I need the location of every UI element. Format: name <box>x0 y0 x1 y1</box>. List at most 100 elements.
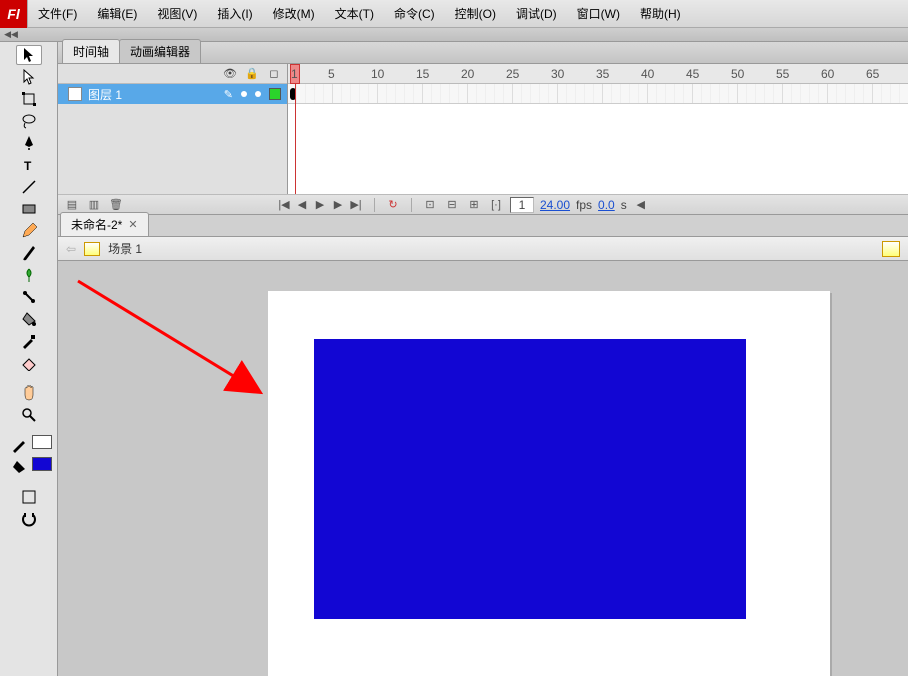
pencil-tool[interactable] <box>16 221 42 241</box>
fps-label: fps <box>576 198 592 212</box>
menu-insert[interactable]: 插入(I) <box>207 0 262 28</box>
tool-option-1[interactable] <box>16 487 42 507</box>
next-frame-icon[interactable]: ▶ <box>330 198 346 212</box>
svg-text:T: T <box>24 159 32 173</box>
stroke-color-icon <box>6 435 32 455</box>
scene-icon <box>84 242 100 256</box>
layer-visible-dot[interactable] <box>241 91 247 97</box>
layer-row[interactable]: 图层 1 ✎ <box>58 84 287 104</box>
close-tab-icon[interactable]: ✕ <box>128 218 137 231</box>
menu-file[interactable]: 文件(F) <box>28 0 87 28</box>
ruler-tick: 15 <box>416 67 429 81</box>
menu-debug[interactable]: 调试(D) <box>506 0 567 28</box>
ruler-tick: 45 <box>686 67 699 81</box>
layer-outline-swatch[interactable] <box>269 88 281 100</box>
edit-scene-icon[interactable] <box>882 241 900 257</box>
brush-tool[interactable] <box>16 243 42 263</box>
document-tabs: 未命名-2* ✕ <box>58 215 908 237</box>
lock-icon[interactable]: 🔒 <box>245 67 259 80</box>
menu-commands[interactable]: 命令(C) <box>384 0 445 28</box>
layer-lock-dot[interactable] <box>255 91 261 97</box>
app-logo: Fl <box>0 0 28 28</box>
ruler-tick: 50 <box>731 67 744 81</box>
play-icon[interactable]: ▶ <box>312 198 328 212</box>
time-label: s <box>621 198 627 212</box>
fill-color-swatch[interactable] <box>32 457 52 471</box>
layer-name: 图层 1 <box>88 86 122 103</box>
line-tool[interactable] <box>16 177 42 197</box>
onion-skin-outlines-icon[interactable]: ⊟ <box>444 198 460 212</box>
playback-controls: |◀ ◀ ▶ ▶ ▶| <box>276 198 364 212</box>
text-tool[interactable]: T <box>16 155 42 175</box>
pencil-icon: ✎ <box>224 88 233 101</box>
ruler-tick: 30 <box>551 67 564 81</box>
frames-column: 1 5 10 15 20 25 30 35 40 45 50 55 60 65 <box>288 64 908 194</box>
stage-canvas[interactable] <box>268 291 830 676</box>
pen-tool[interactable] <box>16 133 42 153</box>
free-transform-tool[interactable] <box>16 89 42 109</box>
bone-tool[interactable] <box>16 287 42 307</box>
frame-ruler[interactable]: 1 5 10 15 20 25 30 35 40 45 50 55 60 65 <box>288 64 908 84</box>
back-icon[interactable]: ⇦ <box>66 242 76 256</box>
new-layer-icon[interactable]: ▤ <box>64 198 80 212</box>
fps-value[interactable]: 24.00 <box>540 198 570 212</box>
document-tab[interactable]: 未命名-2* ✕ <box>60 212 149 236</box>
last-frame-icon[interactable]: ▶| <box>348 198 364 212</box>
ruler-tick: 65 <box>866 67 879 81</box>
tool-option-snap[interactable] <box>16 509 42 529</box>
ruler-tick: 25 <box>506 67 519 81</box>
outline-icon[interactable]: ◻ <box>267 67 281 80</box>
ruler-tick: 60 <box>821 67 834 81</box>
prev-frame-icon[interactable]: ◀ <box>294 198 310 212</box>
scene-label: 场景 1 <box>108 240 142 257</box>
timeline-panel: 时间轴 动画编辑器 👁 🔒 ◻ 图层 1 ✎ <box>58 42 908 215</box>
stroke-color-swatch[interactable] <box>32 435 52 449</box>
paint-bucket-tool[interactable] <box>16 309 42 329</box>
selection-tool[interactable] <box>16 45 42 65</box>
fill-color-icon <box>6 457 32 477</box>
loop-icon[interactable]: ↻ <box>385 198 401 212</box>
eye-icon[interactable]: 👁 <box>223 67 237 80</box>
time-value[interactable]: 0.0 <box>598 198 615 212</box>
eraser-tool[interactable] <box>16 353 42 373</box>
first-frame-icon[interactable]: |◀ <box>276 198 292 212</box>
layer-header: 👁 🔒 ◻ <box>58 64 287 84</box>
layer-type-icon <box>68 87 82 101</box>
delete-layer-icon[interactable]: 🗑 <box>108 198 124 212</box>
scroll-left-icon[interactable]: ◀ <box>633 198 649 212</box>
menu-text[interactable]: 文本(T) <box>325 0 384 28</box>
document-tab-label: 未命名-2* <box>71 216 122 233</box>
subselection-tool[interactable] <box>16 67 42 87</box>
deco-tool[interactable] <box>16 265 42 285</box>
menu-help[interactable]: 帮助(H) <box>630 0 691 28</box>
tools-panel: T <box>0 42 58 676</box>
edit-bar: ⇦ 场景 1 <box>58 237 908 261</box>
main-menu: 文件(F) 编辑(E) 视图(V) 插入(I) 修改(M) 文本(T) 命令(C… <box>28 0 691 28</box>
lasso-tool[interactable] <box>16 111 42 131</box>
onion-markers-icon[interactable]: [·] <box>488 198 504 212</box>
ruler-tick: 35 <box>596 67 609 81</box>
tab-motion-editor[interactable]: 动画编辑器 <box>119 39 201 63</box>
frame-track[interactable] <box>288 84 908 104</box>
menubar: Fl 文件(F) 编辑(E) 视图(V) 插入(I) 修改(M) 文本(T) 命… <box>0 0 908 28</box>
tab-timeline[interactable]: 时间轴 <box>62 39 120 63</box>
current-frame-field[interactable]: 1 <box>510 197 534 213</box>
eyedropper-tool[interactable] <box>16 331 42 351</box>
edit-multiple-frames-icon[interactable]: ⊞ <box>466 198 482 212</box>
shape-rectangle[interactable] <box>314 339 746 619</box>
menu-view[interactable]: 视图(V) <box>147 0 207 28</box>
menu-window[interactable]: 窗口(W) <box>567 0 630 28</box>
ruler-tick: 10 <box>371 67 384 81</box>
new-folder-icon[interactable]: ▥ <box>86 198 102 212</box>
stage[interactable] <box>58 261 908 676</box>
menu-modify[interactable]: 修改(M) <box>263 0 325 28</box>
hand-tool[interactable] <box>16 383 42 403</box>
playhead-line <box>295 84 296 194</box>
rectangle-tool[interactable] <box>16 199 42 219</box>
menu-control[interactable]: 控制(O) <box>445 0 506 28</box>
menu-edit[interactable]: 编辑(E) <box>87 0 147 28</box>
timeline-statusbar: ▤ ▥ 🗑 |◀ ◀ ▶ ▶ ▶| ↻ ⊡ ⊟ ⊞ [·] <box>58 194 908 214</box>
collapse-arrows-icon: ◀◀ <box>4 30 18 40</box>
onion-skin-icon[interactable]: ⊡ <box>422 198 438 212</box>
zoom-tool[interactable] <box>16 405 42 425</box>
